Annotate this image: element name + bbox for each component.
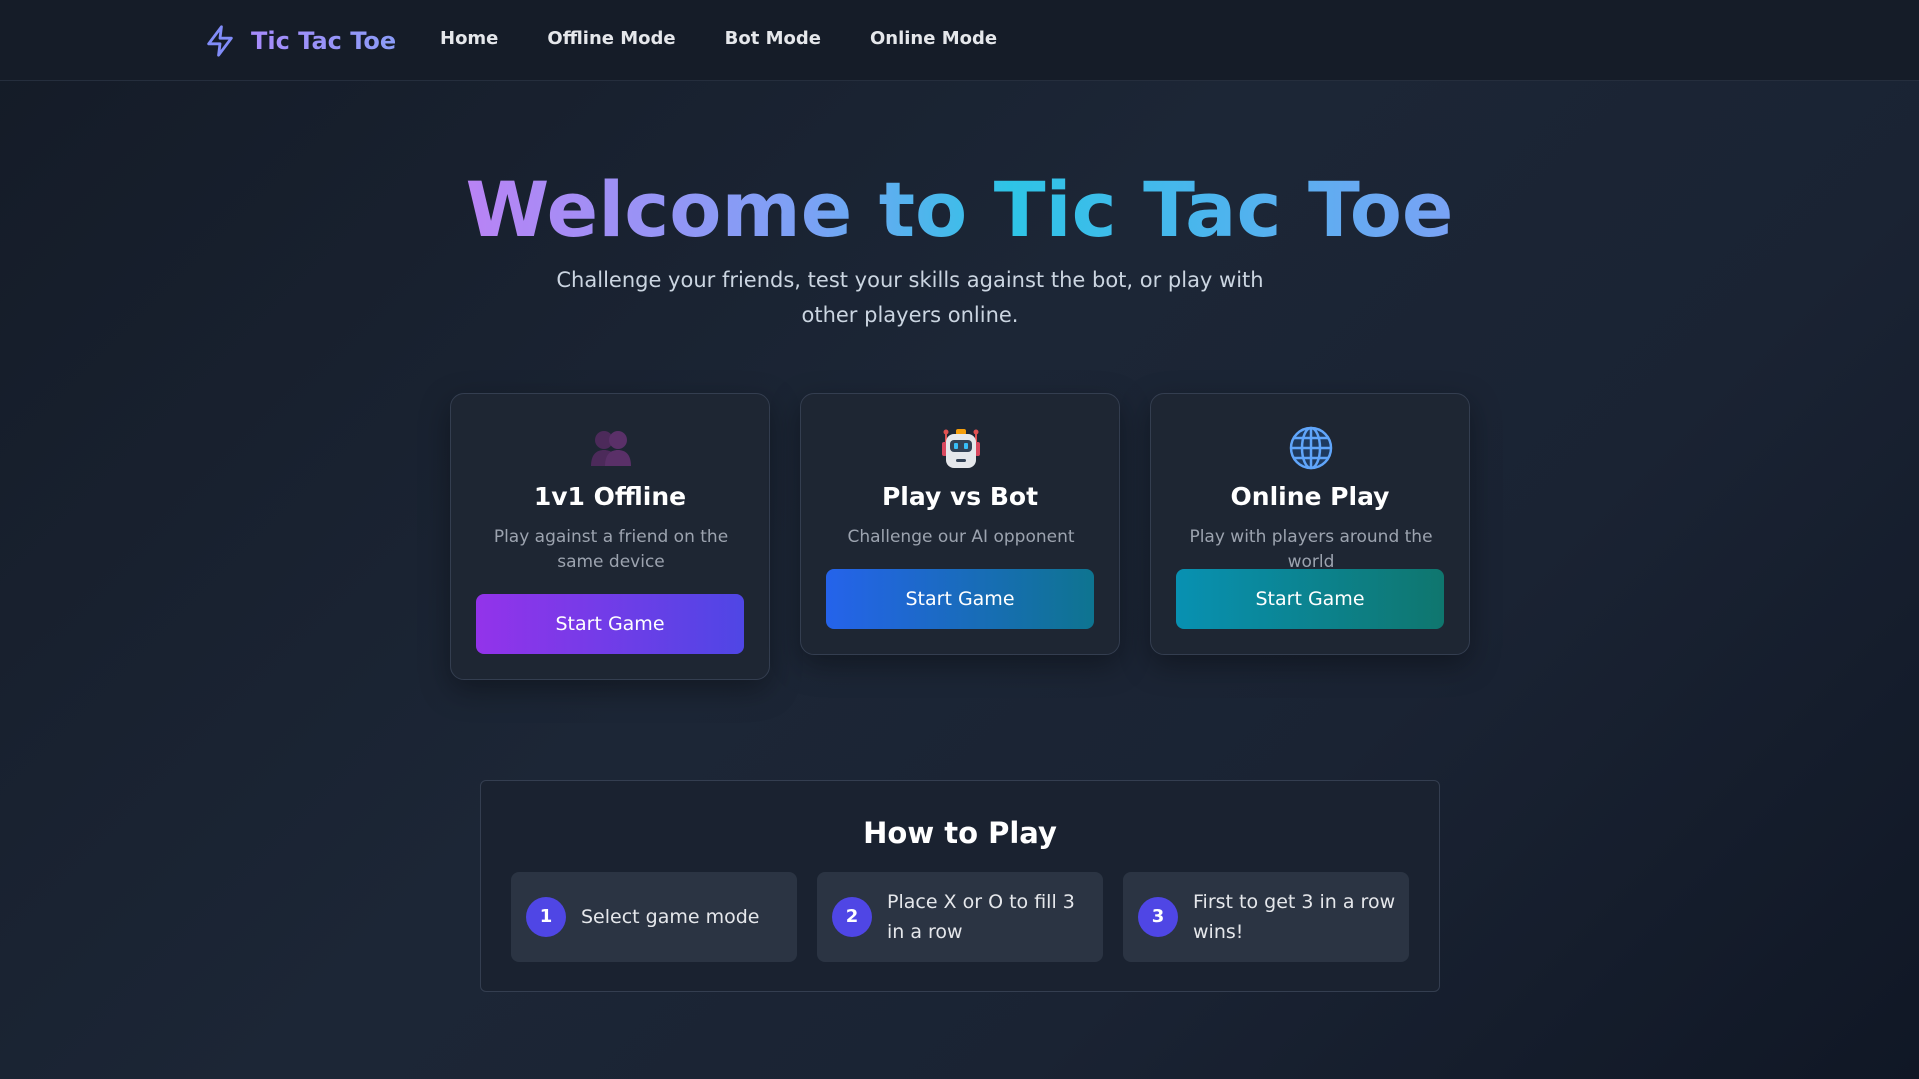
start-online-button[interactable]: Start Game bbox=[1176, 569, 1444, 629]
card-description: Challenge our AI opponent bbox=[847, 527, 1075, 547]
hero-subtitle: Challenge your friends, test your skills… bbox=[556, 268, 1264, 327]
step-text: Select game mode bbox=[581, 906, 760, 928]
hero-title-text: Welcome to Tic Tac Toe bbox=[465, 165, 1454, 254]
mode-card-bot: Play vs Bot Challenge our AI opponent St… bbox=[800, 393, 1120, 655]
step-text: Place X or O to fill 3 in a row bbox=[887, 891, 1075, 943]
step-number-badge: 1 bbox=[526, 897, 566, 937]
step-number-badge: 2 bbox=[832, 897, 872, 937]
robot-icon bbox=[942, 429, 980, 468]
card-title: 1v1 Offline bbox=[533, 482, 687, 511]
card-title: Online Play bbox=[1230, 482, 1390, 511]
how-to-play-title: How to Play bbox=[863, 816, 1057, 850]
nav-bot-mode[interactable]: Bot Mode bbox=[725, 28, 821, 49]
nav-links: Home Offline Mode Bot Mode Online Mode bbox=[440, 28, 1046, 49]
step-item: 2 Place X or O to fill 3 in a row bbox=[817, 872, 1103, 962]
nav-home[interactable]: Home bbox=[440, 28, 498, 49]
how-to-play-panel: How to Play 1 Select game mode 2 Place X… bbox=[480, 780, 1440, 992]
mode-card-online: Online Play Play with players around the… bbox=[1150, 393, 1470, 655]
step-number-badge: 3 bbox=[1138, 897, 1178, 937]
globe-icon bbox=[1289, 426, 1333, 470]
card-description: Play against a friend on the same device bbox=[493, 527, 729, 572]
brand-link[interactable]: Tic Tac Toe bbox=[203, 20, 396, 62]
step-text: First to get 3 in a row wins! bbox=[1193, 891, 1396, 943]
two-people-icon bbox=[591, 431, 631, 466]
navbar: Tic Tac Toe Home Offline Mode Bot Mode O… bbox=[0, 0, 1919, 81]
start-bot-button[interactable]: Start Game bbox=[826, 569, 1094, 629]
step-item: 1 Select game mode bbox=[511, 872, 797, 962]
nav-offline-mode[interactable]: Offline Mode bbox=[547, 28, 675, 49]
start-offline-button[interactable]: Start Game bbox=[476, 594, 744, 654]
hero-title: Welcome to Tic Tac Toe bbox=[0, 162, 1919, 258]
brand-name: Tic Tac Toe bbox=[251, 27, 397, 55]
step-item: 3 First to get 3 in a row wins! bbox=[1123, 872, 1409, 962]
card-description: Play with players around the world bbox=[1189, 527, 1433, 572]
nav-online-mode[interactable]: Online Mode bbox=[870, 28, 997, 49]
card-title: Play vs Bot bbox=[881, 482, 1039, 511]
lightning-icon bbox=[207, 25, 233, 57]
mode-card-offline: 1v1 Offline Play against a friend on the… bbox=[450, 393, 770, 680]
